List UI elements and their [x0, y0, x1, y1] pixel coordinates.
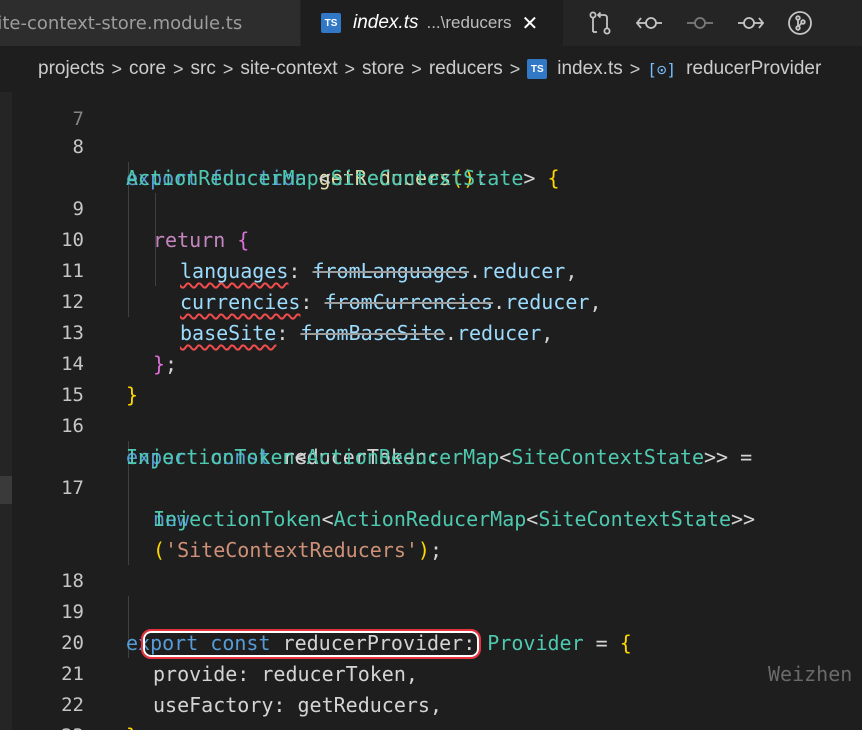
code-line: 10 languages: fromLanguages.reducer, — [0, 194, 862, 283]
typescript-file-icon: TS — [527, 59, 548, 79]
code-line: 14 } — [0, 318, 862, 407]
git-graph-icon[interactable] — [775, 0, 825, 46]
code-line: 21 useFactory: getReducers, — [0, 628, 862, 717]
code-line: 15 — [0, 349, 862, 406]
code-line: ActionReducerMap<SiteContextState> { — [126, 166, 560, 190]
tab-description: ...\reducers — [426, 13, 512, 32]
code-line: 13 }; — [0, 287, 862, 376]
typescript-file-icon: TS — [321, 13, 341, 33]
code-line: InjectionToken<ActionReducerMap<SiteCont… — [153, 507, 756, 531]
editor-actions — [575, 0, 825, 46]
code-editor[interactable]: 7 8 export function getReducers(): Actio… — [0, 92, 862, 730]
line-number: 23 — [22, 721, 84, 730]
chevron-right-icon: > — [222, 58, 234, 79]
code-line: 19 export const reducerProvider: Provide… — [0, 566, 862, 686]
tab-index-ts[interactable]: TS index.ts ...\reducers ✕ — [301, 0, 563, 46]
close-icon[interactable]: ✕ — [522, 11, 539, 35]
chevron-right-icon: > — [111, 58, 123, 79]
code-line: 9 return { — [0, 163, 862, 252]
code-line: 16 export const reducerToken: — [0, 380, 862, 469]
breadcrumb-item-store[interactable]: store — [362, 58, 404, 80]
vscode-window: site-context-store.module.ts TS index.ts… — [0, 0, 862, 730]
chevron-right-icon: > — [173, 58, 184, 79]
breadcrumb-item-site-context[interactable]: site-context — [240, 58, 337, 80]
tab-label: index.ts — [353, 12, 419, 33]
previous-change-icon[interactable] — [625, 0, 675, 46]
code-line: ('SiteContextReducers'); — [153, 538, 443, 562]
code-line: 20 provide: reducerToken, — [0, 597, 862, 686]
compare-changes-icon[interactable] — [575, 0, 625, 46]
code-line: 12 baseSite: fromBaseSite.reducer, — [0, 256, 862, 345]
current-change-icon[interactable] — [675, 0, 725, 46]
code-line: 11 currencies: fromCurrencies.reducer, — [0, 225, 862, 314]
breadcrumb-item-file[interactable]: index.ts — [557, 58, 622, 80]
chevron-right-icon: > — [509, 58, 521, 79]
code-line: InjectionToken<ActionReducerMap<SiteCont… — [126, 445, 753, 469]
breadcrumb-item-reducers[interactable]: reducers — [429, 58, 503, 80]
tab-label: site-context-store.module.ts — [0, 12, 243, 34]
breadcrumb: projects > core > src > site-context > s… — [0, 46, 862, 92]
code-line: 17 new — [0, 442, 862, 531]
chevron-right-icon: > — [411, 58, 422, 79]
code-line: 22 }; — [0, 659, 862, 730]
variable-symbol-icon: [⊙] — [647, 59, 677, 79]
chevron-right-icon: > — [629, 58, 641, 79]
code-line: 23 — [0, 690, 862, 730]
breadcrumb-item-core[interactable]: core — [129, 58, 166, 80]
breadcrumb-item-symbol[interactable]: reducerProvider — [686, 58, 821, 80]
code-line: 18 — [0, 535, 862, 592]
chevron-right-icon: > — [344, 58, 356, 79]
code-line: 8 export function getReducers(): — [0, 101, 862, 190]
next-change-icon[interactable] — [725, 0, 775, 46]
breadcrumb-item-src[interactable]: src — [191, 58, 216, 80]
breadcrumb-item-projects[interactable]: projects — [38, 58, 105, 80]
tab-bar: site-context-store.module.ts TS index.ts… — [0, 0, 862, 46]
tab-site-context-store-module[interactable]: site-context-store.module.ts — [0, 0, 300, 46]
